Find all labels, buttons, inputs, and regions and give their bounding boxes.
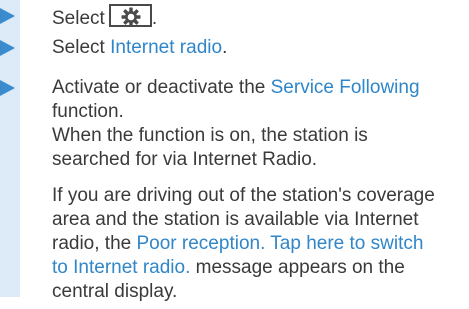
step-1-arrow-icon: [0, 8, 15, 24]
step-2-prefix: Select: [52, 37, 111, 58]
step-3-arrow-icon: [0, 80, 15, 96]
step-3-line-2: function.: [52, 101, 124, 122]
step-3-note-line-2: searched for via Internet Radio.: [52, 149, 318, 170]
step-2-text: Select Internet radio.: [52, 36, 227, 60]
step-3-prefix: Activate or deactivate the: [52, 77, 271, 98]
info-line-3: radio, the Poor reception. Tap here to s…: [52, 232, 423, 256]
step-1-text: Select .: [52, 4, 157, 31]
step-1-suffix: .: [151, 8, 158, 29]
info-line-4: to Internet radio. message appears on th…: [52, 256, 405, 280]
settings-button-icon: [108, 4, 152, 27]
step-1-prefix: Select: [52, 8, 105, 29]
info-line-5: central display.: [52, 281, 178, 302]
info-line-3-start: radio, the: [52, 233, 137, 254]
info-line-1: If you are driving out of the station's …: [52, 185, 435, 206]
step-2-suffix: .: [222, 37, 228, 58]
poor-reception-message-part-1: Poor reception. Tap here to switch: [136, 233, 424, 254]
info-line-4-end: message appears on the: [190, 257, 405, 278]
service-following-link: Service Following: [270, 77, 420, 98]
poor-reception-message-part-2: to Internet radio.: [52, 257, 191, 278]
settings-gear-icon: [121, 7, 141, 27]
internet-radio-link: Internet radio: [110, 37, 223, 58]
step-3-text: Activate or deactivate the Service Follo…: [52, 76, 420, 100]
step-2-arrow-icon: [0, 40, 15, 56]
step-3-note-line-1: When the function is on, the station is: [52, 125, 368, 146]
info-line-2: area and the station is available via In…: [52, 209, 419, 230]
